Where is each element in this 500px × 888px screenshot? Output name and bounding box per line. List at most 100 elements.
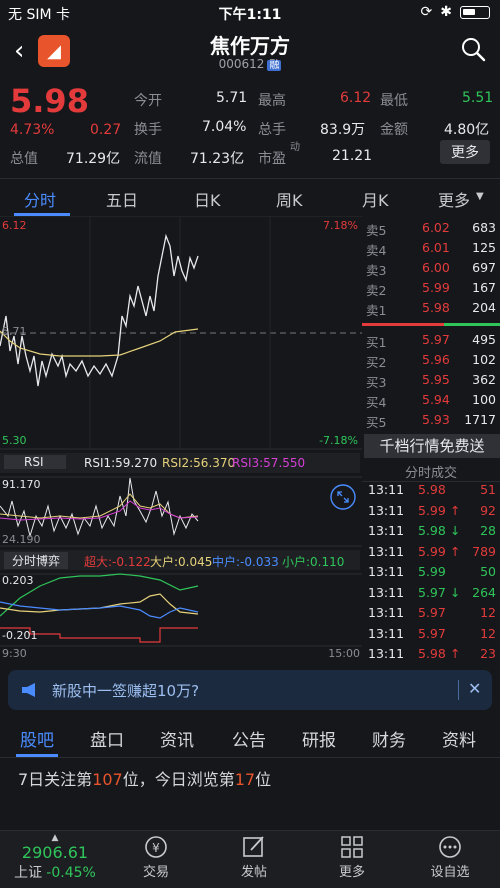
trade-row: 13:11 5.97 12 [366, 626, 496, 645]
bottom-toolbar: ▲ 2906.61 上证 -0.45% ¥ 交易 发帖 更多 设自选 [0, 830, 500, 888]
rank-prefix: 7日关注第 [18, 770, 93, 789]
pe-label: 市盈 [258, 151, 286, 167]
trade-icon: ¥ [145, 836, 167, 858]
trade-price: 5.99 [418, 543, 446, 559]
trade-volume: 12 [480, 605, 496, 620]
ask-row: 卖1 5.98 204 [366, 300, 496, 318]
trade-time: 13:11 [368, 543, 405, 559]
promo-banner[interactable]: 新股中一签赚超10万? ✕ [8, 670, 492, 710]
close-icon[interactable]: ✕ [468, 679, 481, 698]
index-value: 2906.61 [21, 843, 89, 862]
pct-axis-bottom: -7.18% [319, 434, 358, 447]
buy-strength-bar [444, 323, 500, 326]
index-change: -0.45% [46, 865, 96, 881]
trade-time: 13:11 [368, 584, 405, 600]
trade-volume: 789 [472, 543, 496, 559]
trades-title: 分时成交 [404, 466, 457, 481]
tab-guba[interactable]: 股吧 [20, 726, 54, 751]
trade-price: 5.98 [418, 646, 446, 661]
tab-five-day[interactable]: 五日 [106, 187, 138, 211]
amount-value: 4.80亿 [444, 122, 490, 138]
trade-row: 13:11 5.98 ↑ 23 [366, 646, 496, 665]
high-value: 6.12 [340, 90, 372, 106]
svg-text:¥: ¥ [152, 841, 160, 855]
post-button[interactable]: 发帖 [214, 835, 294, 880]
tab-pankou[interactable]: 盘口 [90, 726, 124, 751]
trade-button[interactable]: ¥ 交易 [116, 835, 196, 880]
nav-bar: ‹ ◢ 焦作万方 000612 融 [0, 26, 500, 78]
trade-volume: 23 [480, 646, 496, 661]
trade-time: 13:11 [368, 482, 405, 497]
tab-intraday[interactable]: 分时 [24, 187, 56, 211]
turnover-label: 换手 [134, 122, 162, 138]
index-ticker[interactable]: ▲ 2906.61 上证 -0.45% [10, 833, 100, 882]
turnover-value: 7.04% [202, 119, 247, 135]
trade-row: 13:11 5.99 ↑ 92 [366, 503, 496, 522]
trade-row: 13:11 5.98 51 [366, 482, 496, 501]
trade-volume: 12 [480, 625, 496, 641]
period-tabs: 分时 五日 日K 周K 月K 更多 ▼ [0, 178, 500, 216]
stock-code: 000612 [218, 57, 265, 71]
trade-direction-icon: ↓ [450, 584, 461, 600]
trade-row: 13:11 5.99 50 [366, 564, 496, 583]
index-name: 上证 [14, 865, 43, 881]
tab-announcements[interactable]: 公告 [232, 726, 266, 751]
tab-finance[interactable]: 财务 [372, 726, 406, 751]
tab-more[interactable]: 更多 [438, 187, 470, 211]
bid-row: 买4 5.94 100 [366, 392, 496, 410]
search-icon[interactable] [460, 36, 486, 62]
trade-time: 13:11 [368, 625, 405, 641]
ask-row: 卖3 6.00 697 [366, 260, 496, 278]
trade-volume: 50 [480, 564, 496, 579]
fullscreen-icon[interactable] [330, 484, 356, 510]
chart-canvas [0, 216, 362, 647]
more-menu-label: 更多 [338, 865, 365, 880]
price-axis-top: 6.12 [2, 219, 27, 232]
bid-row: 买1 5.97 495 [366, 332, 496, 350]
stock-code-row: 000612 融 [0, 56, 500, 71]
tab-profile[interactable]: 资料 [442, 726, 476, 751]
trade-price: 5.97 [418, 625, 446, 641]
rank-view-number: 17 [234, 770, 256, 789]
trade-direction-icon: ↑ [450, 502, 461, 518]
trade-direction-icon: ↓ [450, 523, 461, 538]
tab-daily-k[interactable]: 日K [194, 187, 221, 211]
volume-value: 83.9万 [320, 122, 366, 138]
more-menu-button[interactable]: 更多 [312, 835, 392, 880]
banner-text: 新股中一签赚超10万? [52, 682, 200, 700]
time-axis-start: 9:30 [2, 647, 27, 660]
game-indicator-tab[interactable]: 分时博弈 [4, 552, 69, 569]
level-promo-button[interactable]: 千档行情免费送 [364, 434, 500, 458]
trade-time: 13:11 [368, 564, 405, 579]
rsi-axis-bottom: 24.190 [2, 533, 41, 546]
rsi-indicator-tab[interactable]: RSI [4, 455, 66, 469]
banner-divider [458, 680, 459, 700]
ask-row: 卖5 6.02 683 [366, 220, 496, 238]
more-button[interactable]: 更多 [440, 140, 490, 164]
trade-row: 13:11 5.97 ↓ 264 [366, 585, 496, 604]
trade-time: 13:11 [368, 502, 405, 518]
change-percent: 4.73% [10, 122, 55, 138]
tab-monthly-k[interactable]: 月K [362, 187, 389, 211]
trade-label: 交易 [142, 865, 169, 880]
trade-volume: 264 [472, 584, 496, 600]
trade-price: 5.99 [418, 564, 446, 579]
add-watchlist-button[interactable]: 设自选 [410, 835, 490, 880]
tab-reports[interactable]: 研报 [302, 726, 336, 751]
info-tab-indicator [16, 754, 58, 757]
intraday-chart[interactable]: 6.12 5.71 5.30 7.18% -7.18% RSI RSI1:59.… [0, 216, 362, 664]
post-label: 发帖 [240, 865, 267, 880]
bluetooth-icon: ✱ [440, 4, 452, 20]
time-axis-end: 15:00 [328, 647, 360, 660]
total-value: 71.29亿 [66, 151, 121, 167]
ask-row: 卖4 6.01 125 [366, 240, 496, 258]
add-watchlist-label: 设自选 [430, 865, 470, 880]
tab-news[interactable]: 资讯 [160, 726, 194, 751]
trade-volume: 51 [480, 482, 496, 497]
pct-axis-top: 7.18% [323, 219, 358, 232]
chevron-down-icon[interactable]: ▼ [476, 191, 484, 202]
game-big-value: 超大:-0.122 [84, 555, 151, 569]
open-label: 今开 [134, 93, 162, 109]
rsi1-value: RSI1:59.270 [84, 456, 158, 470]
tab-weekly-k[interactable]: 周K [276, 187, 303, 211]
